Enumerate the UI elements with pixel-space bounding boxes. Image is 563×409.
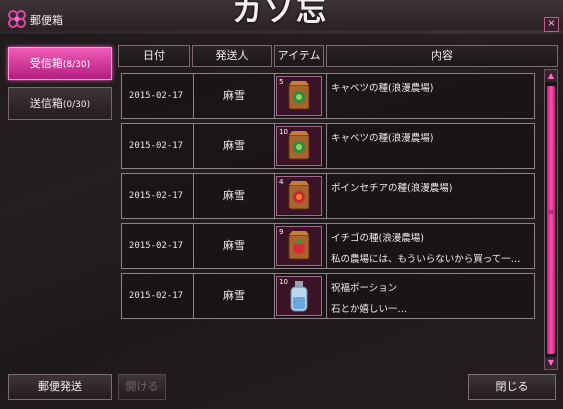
mail-item-slot[interactable]: 10 [276,276,322,316]
seed-bag-icon [288,231,310,260]
mail-date: 2015-02-17 [128,241,184,251]
mail-content: キャベツの種(浪漫農場) [326,74,534,118]
mailbox-emblem-icon [8,10,26,28]
item-slot-frame: 4 [276,176,322,216]
item-quantity: 10 [279,278,288,286]
mail-subject: 祝福ポーション [331,283,398,294]
mail-item-slot[interactable]: 9 [276,226,322,266]
mail-item-slot[interactable]: 4 [276,176,322,216]
scroll-grip-icon: ≡ [548,208,554,216]
mail-subject: イチゴの種(浪漫農場) [331,233,424,244]
item-slot-frame: 9 [276,226,322,266]
mail-subject: キャベツの種(浪漫農場) [331,133,434,144]
send-mail-button[interactable]: 郵便発送 [8,374,112,400]
mail-row[interactable]: 2015-02-17 麻雪 5 キャベツの種(浪漫農場) [121,73,535,119]
item-slot-frame: 5 [276,76,322,116]
mail-sender: 麻雪 [193,174,275,218]
tab-outbox[interactable]: 送信箱(0/30) [8,87,112,120]
mail-date: 2015-02-17 [128,191,184,201]
window-title: 郵便箱 [30,14,63,27]
mail-item-slot[interactable]: 5 [276,76,322,116]
scroll-up-button[interactable]: ▲ [545,70,557,82]
close-button[interactable]: 閉じる [468,374,556,400]
item-quantity: 4 [279,178,284,186]
mail-sender: 麻雪 [193,74,275,118]
mail-sender: 麻雪 [193,224,275,268]
item-quantity: 5 [279,78,284,86]
mail-sender: 麻雪 [193,124,275,168]
seed-bag-icon [288,181,310,210]
mailbox-window-header: 郵便箱 × [0,6,563,32]
column-header-date: 日付 [118,45,190,67]
mail-content: イチゴの種(浪漫農場) 私の農場には、もういらないから買って一… [326,224,534,268]
mail-sender: 麻雪 [193,274,275,318]
tab-inbox-count: (8/30) [62,60,91,70]
mail-row[interactable]: 2015-02-17 麻雪 10 キャベツの種(浪漫農場) [121,123,535,169]
mail-preview: 私の農場には、もういらないから買って一… [331,254,521,265]
tab-outbox-count: (0/30) [62,100,91,110]
column-header-item: アイテム [274,45,324,67]
mail-content: ポインセチアの種(浪漫農場) [326,174,534,218]
scroll-thumb[interactable]: ≡ [547,86,555,354]
mail-date: 2015-02-17 [128,141,184,151]
mail-subject: キャベツの種(浪漫農場) [331,83,434,94]
column-header-sender: 発送人 [192,45,272,67]
tab-inbox-label: 受信箱 [29,57,63,70]
mail-preview: 石とか嬉しい一… [331,304,408,315]
mail-list: 2015-02-17 麻雪 5 キャベツの種(浪漫農場) 2015-02-17 … [118,69,542,369]
mail-row[interactable]: 2015-02-17 麻雪 4 ポインセチアの種(浪漫農場) [121,173,535,219]
mail-item-slot[interactable]: 10 [276,126,322,166]
close-window-button[interactable]: × [544,17,559,32]
item-quantity: 9 [279,228,284,236]
scroll-down-button[interactable]: ▼ [545,357,557,369]
mail-row[interactable]: 2015-02-17 麻雪 10 祝福ポーション 石とか嬉しい一… [121,273,535,319]
mail-list-scrollbar[interactable]: ▲ ≡ ▼ [544,69,558,370]
tab-inbox[interactable]: 受信箱(8/30) [8,47,112,80]
seed-bag-icon [288,81,310,110]
mail-content: 祝福ポーション 石とか嬉しい一… [326,274,534,318]
item-quantity: 10 [279,128,288,136]
open-mail-button[interactable]: 開ける [118,374,166,400]
item-slot-frame: 10 [276,276,322,316]
column-header-content: 内容 [326,45,558,67]
mail-date: 2015-02-17 [128,91,184,101]
mail-subject: ポインセチアの種(浪漫農場) [331,183,453,194]
mail-row[interactable]: 2015-02-17 麻雪 9 イチゴの種(浪漫農場) 私の農場には、もういらな… [121,223,535,269]
item-slot-frame: 10 [276,126,322,166]
mail-date: 2015-02-17 [128,291,184,301]
mail-content: キャベツの種(浪漫農場) [326,124,534,168]
tab-outbox-label: 送信箱 [29,97,63,110]
